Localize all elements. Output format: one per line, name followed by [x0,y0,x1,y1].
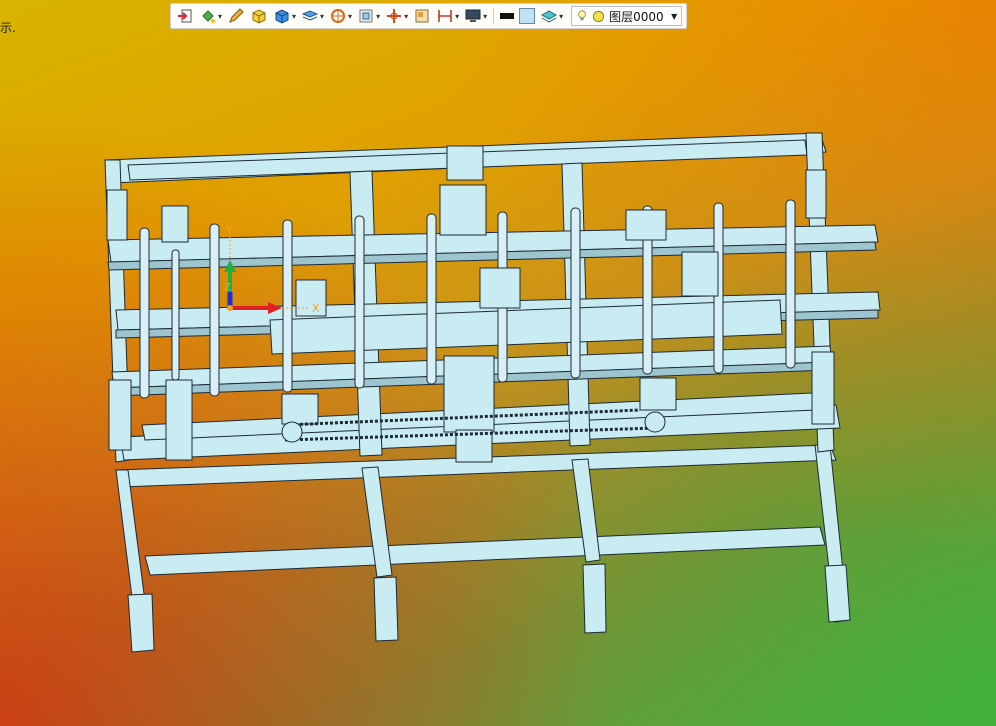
model-viewport[interactable]: .f { fill:#c9ecf3; stroke:#1e2a33; strok… [0,0,996,726]
y-axis-label: Y [225,224,233,237]
machine-frame-model: .f { fill:#c9ecf3; stroke:#1e2a33; strok… [104,132,881,653]
x-axis-label: X [312,302,320,315]
axis-origin [227,305,233,311]
base-frame [115,444,851,653]
z-axis-label: Z [224,282,231,293]
